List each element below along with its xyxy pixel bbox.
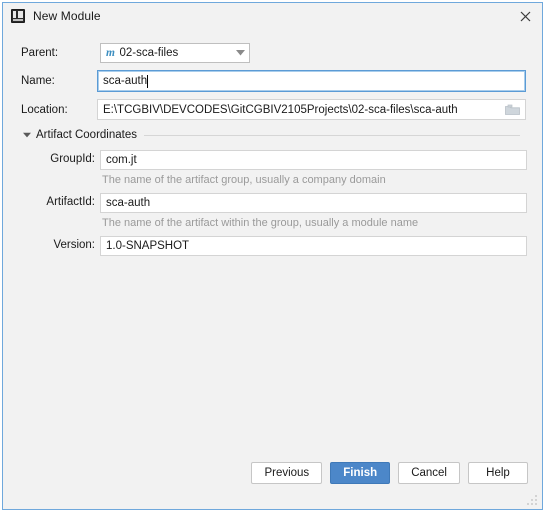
artifactid-value: sca-auth bbox=[106, 197, 151, 209]
chevron-down-icon bbox=[231, 50, 249, 56]
artifact-coordinates-title: Artifact Coordinates bbox=[36, 129, 137, 141]
name-input[interactable]: sca-auth bbox=[97, 70, 526, 92]
artifact-coordinates-header[interactable]: Artifact Coordinates bbox=[21, 128, 520, 142]
resize-grip[interactable] bbox=[526, 494, 539, 507]
parent-value: 02-sca-files bbox=[119, 47, 179, 59]
parent-select[interactable]: m 02-sca-files bbox=[100, 43, 250, 63]
artifactid-hint: The name of the artifact within the grou… bbox=[102, 217, 419, 229]
name-row: Name: sca-auth bbox=[3, 70, 542, 92]
groupid-hint: The name of the artifact group, usually … bbox=[102, 174, 386, 186]
text-caret bbox=[147, 74, 149, 88]
groupid-input[interactable]: com.jt bbox=[100, 150, 527, 170]
parent-row: Parent: m 02-sca-files bbox=[3, 43, 542, 63]
version-label: Version: bbox=[53, 239, 95, 251]
version-input[interactable]: 1.0-SNAPSHOT bbox=[100, 236, 527, 256]
new-module-dialog: New Module Parent: m 02-sca-files Name: bbox=[2, 2, 543, 510]
folder-icon[interactable] bbox=[502, 101, 522, 118]
name-label: Name: bbox=[21, 75, 55, 87]
window-title: New Module bbox=[33, 9, 101, 23]
artifactid-label: ArtifactId: bbox=[46, 196, 95, 208]
location-row: Location: E:\TCGBIV\DEVCODES\GitCGBIV210… bbox=[3, 99, 542, 120]
parent-label: Parent: bbox=[21, 47, 59, 59]
chevron-down-icon[interactable] bbox=[21, 132, 33, 138]
dialog-footer: Previous Finish Cancel Help bbox=[3, 457, 542, 509]
close-icon[interactable] bbox=[512, 5, 538, 27]
title-bar: New Module bbox=[3, 3, 542, 29]
maven-icon: m bbox=[106, 47, 115, 59]
module-icon bbox=[11, 9, 25, 23]
version-value: 1.0-SNAPSHOT bbox=[106, 240, 190, 252]
location-label: Location: bbox=[21, 103, 68, 116]
name-value: sca-auth bbox=[103, 75, 148, 87]
previous-button[interactable]: Previous bbox=[251, 462, 323, 484]
finish-button[interactable]: Finish bbox=[330, 462, 391, 484]
groupid-value: com.jt bbox=[106, 154, 137, 166]
help-button[interactable]: Help bbox=[468, 462, 528, 484]
cancel-button[interactable]: Cancel bbox=[398, 462, 460, 484]
groupid-label: GroupId: bbox=[50, 153, 95, 165]
artifactid-input[interactable]: sca-auth bbox=[100, 193, 527, 213]
section-divider bbox=[144, 134, 520, 136]
location-input[interactable]: E:\TCGBIV\DEVCODES\GitCGBIV2105Projects\… bbox=[97, 99, 526, 120]
dialog-content: Parent: m 02-sca-files Name: sca-auth Lo… bbox=[3, 29, 542, 457]
location-value: E:\TCGBIV\DEVCODES\GitCGBIV2105Projects\… bbox=[103, 103, 458, 116]
